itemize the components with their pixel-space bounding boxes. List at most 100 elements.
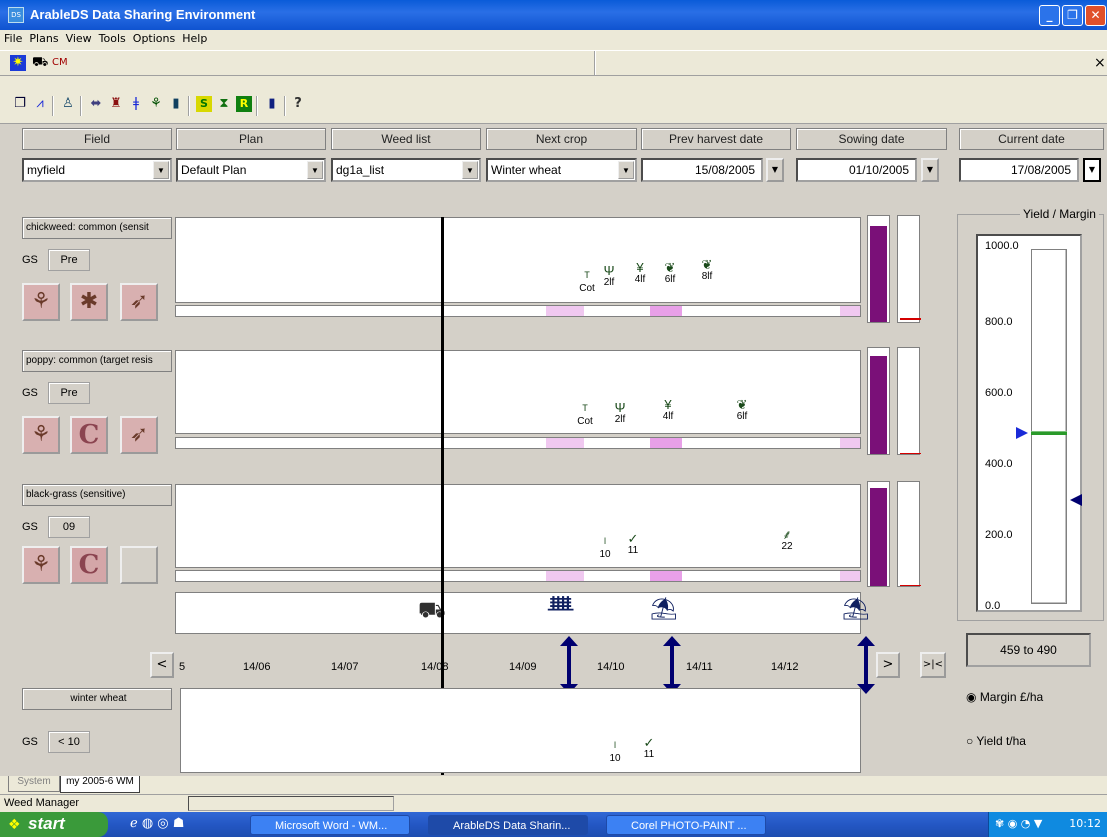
sowing-dropdown[interactable]: ▼ xyxy=(921,158,939,182)
stage-marker: ⸙ 22 xyxy=(775,528,799,552)
timeline-prev-button[interactable]: < xyxy=(150,652,174,678)
yield-gauge-bar xyxy=(1031,249,1067,604)
weed-level-chickweed xyxy=(897,215,921,323)
tab-system[interactable]: System xyxy=(8,776,60,792)
margin-radio[interactable]: ◉ Margin £/ha xyxy=(966,690,1043,704)
plan-value: Default Plan xyxy=(181,163,247,177)
tractor-icon[interactable]: ⛟ xyxy=(32,55,48,71)
prev-harvest-dropdown[interactable]: ▼ xyxy=(766,158,784,182)
prev-harvest-date-field[interactable]: 15/08/2005 xyxy=(641,158,763,182)
crop-label: winter wheat xyxy=(22,688,172,710)
gs-label: GS xyxy=(22,254,38,266)
menu-view[interactable]: View xyxy=(62,30,95,45)
person-icon[interactable]: ♙ xyxy=(60,96,76,112)
task-arableds[interactable]: ArableDS Data Sharin... xyxy=(428,815,588,835)
new-window-icon[interactable]: ❐ xyxy=(12,96,28,112)
menu-options[interactable]: Options xyxy=(129,30,178,45)
header-current-date: Current date xyxy=(959,128,1104,150)
sort-icon[interactable]: ⧗ xyxy=(216,96,232,112)
next-crop-select[interactable]: Winter wheat ▼ xyxy=(486,158,637,182)
sprayer-icon[interactable]: ⛱ xyxy=(842,597,870,622)
toolbar-separator xyxy=(52,96,54,116)
weed-bar-chickweed xyxy=(867,215,890,323)
help-icon[interactable]: ? xyxy=(290,96,306,112)
timeline-label: 14/10 xyxy=(597,661,625,673)
header-prev-harvest: Prev harvest date xyxy=(641,128,791,150)
weed-plant-icon[interactable]: ⚘ xyxy=(22,546,60,584)
menu-help[interactable]: Help xyxy=(178,30,210,45)
chevron-down-icon[interactable]: ▼ xyxy=(153,161,169,179)
yield-radio[interactable]: ○ Yield t/ha xyxy=(966,734,1026,748)
r-icon[interactable]: R xyxy=(236,96,252,112)
date-handle[interactable] xyxy=(663,636,681,694)
minimize-button[interactable]: _ xyxy=(1039,5,1060,26)
weed-plant-icon[interactable]: ⚘ xyxy=(22,416,60,454)
drill-icon[interactable]: ᚙ xyxy=(548,597,573,622)
plan-select[interactable]: Default Plan ▼ xyxy=(176,158,326,182)
crop-panel xyxy=(180,688,861,773)
seedling-icon: ⸙ xyxy=(782,527,792,542)
stage-marker: ❦ 6lf xyxy=(730,398,754,422)
yield-range-value: 459 to 490 xyxy=(966,633,1091,667)
bin-icon[interactable]: ▮ xyxy=(168,96,184,112)
insect-icon[interactable]: ✱ xyxy=(70,283,108,321)
date-handle[interactable] xyxy=(560,636,578,694)
bird-icon[interactable]: ➶ xyxy=(120,416,158,454)
date-handle[interactable] xyxy=(857,636,875,694)
weed-panel-chickweed xyxy=(175,217,861,303)
seedling-icon: ✓ xyxy=(627,531,639,546)
restore-button[interactable]: ❐ xyxy=(1062,5,1083,26)
toolbar-separator xyxy=(188,96,190,116)
operations-panel xyxy=(175,592,861,634)
spray-icon[interactable]: ⬌ xyxy=(88,96,104,112)
yield-radio-label: Yield t/ha xyxy=(976,734,1026,748)
header-field: Field xyxy=(22,128,172,150)
cm-label[interactable]: CM xyxy=(52,57,68,68)
seedling-icon: ✓ xyxy=(643,735,655,750)
menu-file[interactable]: File xyxy=(0,30,25,45)
quick-launch-icons[interactable]: ℯ ◍ ◎ ☗ xyxy=(130,816,184,831)
current-date-field[interactable]: 17/08/2005 xyxy=(959,158,1079,182)
thermometer-icon[interactable]: ǂ xyxy=(128,96,144,112)
menu-tools[interactable]: Tools xyxy=(95,30,129,45)
close-plan-icon[interactable]: × xyxy=(1094,55,1106,71)
toolbar-divider xyxy=(594,51,596,75)
stage-marker: ˡ 10 xyxy=(603,740,627,764)
menu-plans[interactable]: Plans xyxy=(25,30,61,45)
sprayer-icon[interactable]: ♜ xyxy=(108,96,124,112)
weed-label-blackgrass: black-grass (sensitive) xyxy=(22,484,172,506)
chevron-down-icon[interactable]: ▼ xyxy=(462,161,478,179)
empty-slot[interactable] xyxy=(120,546,158,584)
tab-my-plan[interactable]: my 2005-6 WM xyxy=(60,776,140,793)
toolbar-main xyxy=(0,88,1107,124)
task-word[interactable]: Microsoft Word - WM... xyxy=(250,815,410,835)
timeline-jump-button[interactable]: >|< xyxy=(920,652,946,678)
s-icon[interactable]: S xyxy=(196,96,212,112)
plant-icon[interactable]: ⚘ xyxy=(148,96,164,112)
field-select[interactable]: myfield ▼ xyxy=(22,158,172,182)
book-icon[interactable]: ▮ xyxy=(264,96,280,112)
chart-icon[interactable]: ⩘ xyxy=(32,96,48,112)
chevron-down-icon[interactable]: ▼ xyxy=(618,161,634,179)
task-corel[interactable]: Corel PHOTO-PAINT ... xyxy=(606,815,766,835)
close-button[interactable]: ✕ xyxy=(1085,5,1106,26)
weed-list-value: dg1a_list xyxy=(336,163,385,177)
current-date-dropdown[interactable]: ▼ xyxy=(1083,158,1101,182)
sowing-date-field[interactable]: 01/10/2005 xyxy=(796,158,917,182)
sprayer-icon[interactable]: ⛱ xyxy=(650,597,678,622)
weed-plant-icon[interactable]: ⚘ xyxy=(22,283,60,321)
gs-label: GS xyxy=(22,387,38,399)
c-icon[interactable]: C xyxy=(70,546,108,584)
bird-icon[interactable]: ➶ xyxy=(120,283,158,321)
yield-tick: 200.0 xyxy=(985,529,1013,541)
field-value: myfield xyxy=(27,163,66,177)
weed-label-chickweed: chickweed: common (sensit xyxy=(22,217,172,239)
chevron-down-icon[interactable]: ▼ xyxy=(307,161,323,179)
c-icon[interactable]: C xyxy=(70,416,108,454)
star-icon[interactable]: ✷ xyxy=(10,55,26,71)
tray-icons[interactable]: ✾ ◉ ◔ ▼ xyxy=(995,817,1042,830)
timeline-next-button[interactable]: > xyxy=(876,652,900,678)
stage-marker: ¥4lf xyxy=(656,398,680,422)
timing-strip xyxy=(175,437,861,449)
weed-list-select[interactable]: dg1a_list ▼ xyxy=(331,158,481,182)
